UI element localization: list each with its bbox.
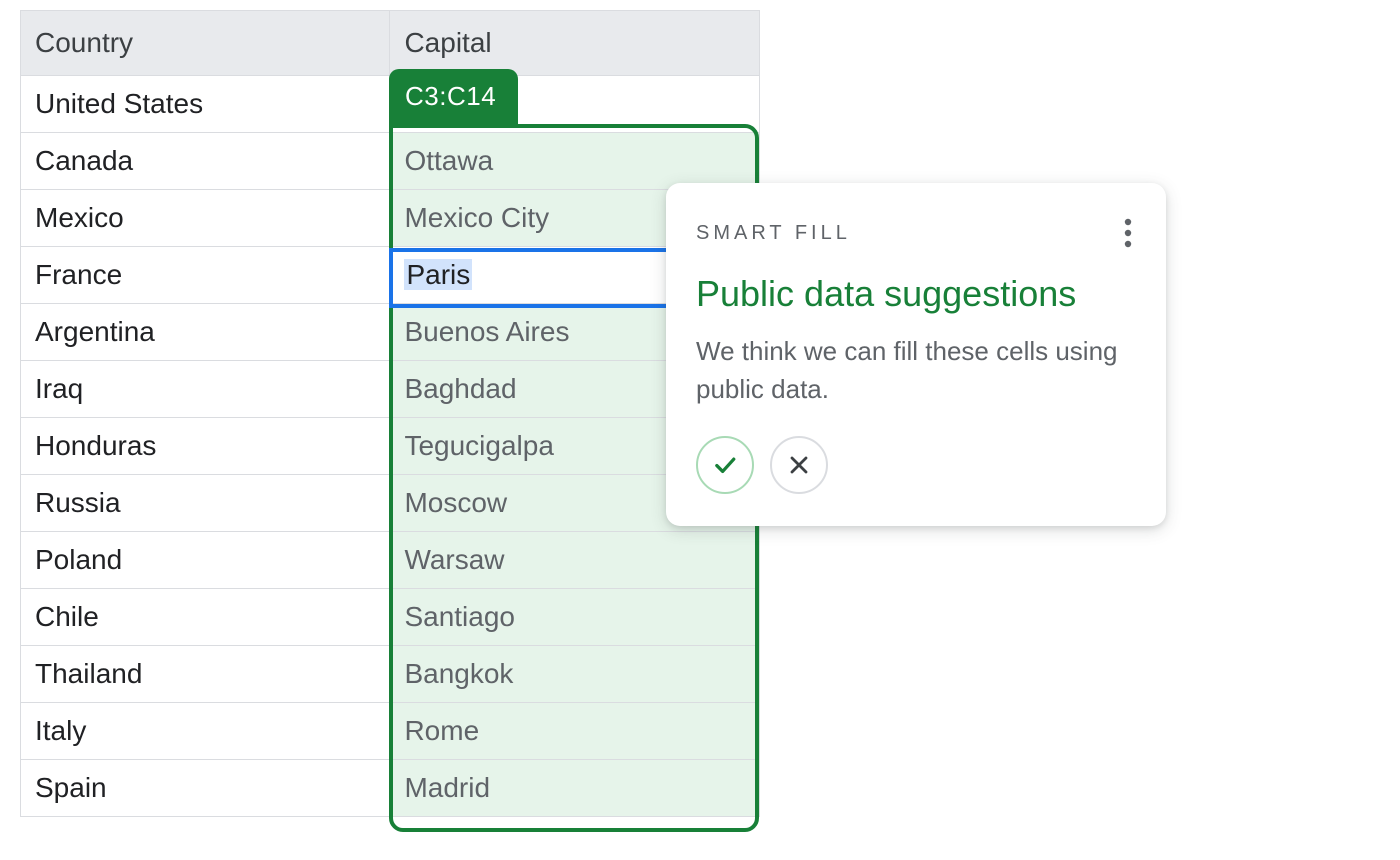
reject-button[interactable] [770,436,828,494]
cell-capital-suggested[interactable]: Bangkok [390,646,760,703]
table-row: Argentina Buenos Aires [21,304,760,361]
cell-capital-suggested[interactable]: Madrid [390,760,760,817]
table-row: Chile Santiago [21,589,760,646]
column-header-capital[interactable]: Capital [390,11,760,76]
check-icon [711,451,739,479]
cell-country[interactable]: Argentina [21,304,390,361]
smartfill-description: We think we can fill these cells using p… [696,333,1136,408]
table-row: Poland Warsaw [21,532,760,589]
smartfill-card: SMART FILL Public data suggestions We th… [666,183,1166,526]
table-row: Thailand Bangkok [21,646,760,703]
smartfill-actions [696,436,1136,494]
table-row: Russia Moscow [21,475,760,532]
table-row: Mexico Mexico City [21,190,760,247]
cell-country[interactable]: Poland [21,532,390,589]
more-vert-icon[interactable] [1120,213,1136,253]
table-row: Canada Ottawa [21,133,760,190]
accept-button[interactable] [696,436,754,494]
cell-country[interactable]: Honduras [21,418,390,475]
cell-country[interactable]: Spain [21,760,390,817]
cell-capital-suggested[interactable]: Warsaw [390,532,760,589]
cell-country[interactable]: Italy [21,703,390,760]
cell-country[interactable]: Iraq [21,361,390,418]
cell-country[interactable]: Thailand [21,646,390,703]
table-row: Iraq Baghdad [21,361,760,418]
cell-country[interactable]: Russia [21,475,390,532]
close-icon [787,453,811,477]
smartfill-header: SMART FILL [696,213,1136,253]
cell-capital-suggested[interactable]: Ottawa [390,133,760,190]
table-row: Italy Rome [21,703,760,760]
cell-country[interactable]: United States [21,76,390,133]
spreadsheet-table: Country Capital United States Canada Ott… [20,10,760,817]
smartfill-label: SMART FILL [696,222,851,245]
cell-capital-suggested[interactable]: Santiago [390,589,760,646]
cell-country[interactable]: Chile [21,589,390,646]
cell-country[interactable]: France [21,247,390,304]
table-body: United States Canada Ottawa Mexico Mexic… [21,76,760,817]
range-badge: C3:C14 [389,69,518,124]
table-row: Spain Madrid [21,760,760,817]
cell-country[interactable]: Canada [21,133,390,190]
cell-country[interactable]: Mexico [21,190,390,247]
cell-capital-suggested[interactable]: Rome [390,703,760,760]
column-header-country[interactable]: Country [21,11,390,76]
table-row: Honduras Tegucigalpa [21,418,760,475]
table-row: France Paris [21,247,760,304]
smartfill-title: Public data suggestions [696,273,1136,315]
